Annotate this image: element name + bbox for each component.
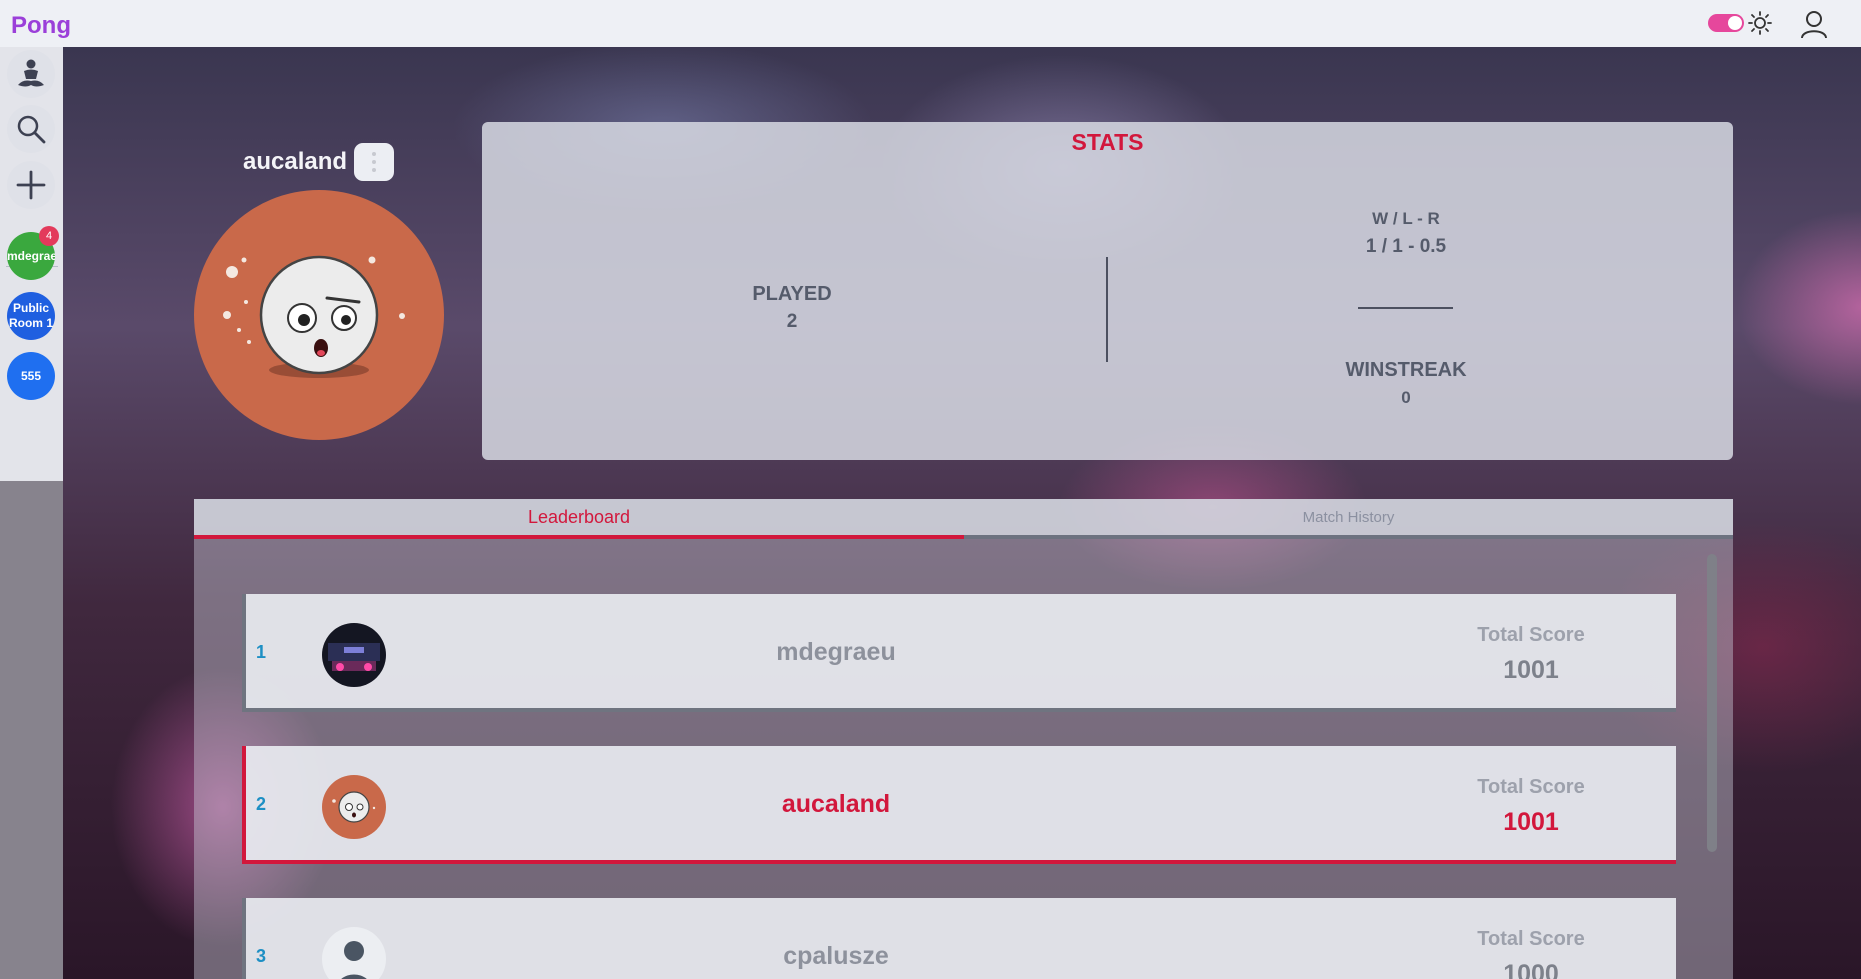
meditate-icon	[18, 59, 44, 87]
top-bar: Pong	[0, 0, 1861, 47]
scrollbar[interactable]	[1707, 554, 1717, 852]
pong-ball-face-icon	[332, 791, 376, 823]
row-rank: 2	[256, 794, 267, 814]
profile-username: aucaland	[243, 148, 348, 175]
player-avatar	[322, 775, 386, 839]
theme-toggle[interactable]	[1708, 14, 1744, 32]
stats-panel: STATS PLAYED 2 W / L - R 1 / 1 - 0.5 WIN…	[482, 122, 1733, 460]
avatar-photo-icon	[322, 623, 386, 687]
player-name: cpalusze	[783, 942, 889, 970]
profile-menu-button[interactable]	[354, 143, 394, 181]
stats-separator	[1358, 307, 1453, 309]
room-mdegraeu[interactable]: mdegraeu 4	[7, 226, 59, 280]
room-label: 555	[20, 368, 42, 383]
toggle-knob	[1728, 16, 1742, 30]
sidebar: mdegraeu 4 Public Room 1 555	[0, 47, 63, 481]
played-label: PLAYED	[752, 283, 832, 305]
score-value: 1001	[1503, 656, 1559, 684]
score-label: Total Score	[1477, 624, 1585, 646]
search-icon	[17, 115, 46, 144]
meditate-button[interactable]	[7, 50, 55, 98]
leaderboard-row[interactable]: 1 mdegraeu Total Score 1001	[242, 594, 1676, 712]
tab-leaderboard[interactable]: Leaderboard	[194, 499, 964, 539]
add-room-button[interactable]	[7, 161, 55, 209]
notification-badge: 4	[39, 226, 59, 246]
winstreak-value: 0	[1401, 388, 1411, 407]
plus-icon	[16, 170, 46, 200]
tab-match-history[interactable]: Match History	[964, 499, 1733, 539]
score-label: Total Score	[1477, 928, 1585, 950]
user-icon[interactable]	[1798, 8, 1830, 40]
leaderboard-row[interactable]: 3 cpalusze Total Score 1000	[242, 898, 1676, 979]
player-avatar	[322, 927, 386, 979]
row-rank: 1	[256, 642, 267, 662]
wlr-value: 1 / 1 - 0.5	[1365, 236, 1447, 257]
player-name: aucaland	[781, 790, 891, 818]
pong-ball-face-icon	[223, 255, 405, 378]
tab-bar: Leaderboard Match History	[194, 499, 1733, 539]
profile-avatar	[194, 190, 444, 440]
player-avatar	[322, 623, 386, 687]
sidebar-lower	[0, 481, 63, 979]
search-button[interactable]	[7, 105, 55, 153]
player-name: mdegraeu	[776, 638, 896, 666]
room-555[interactable]: 555	[7, 352, 55, 400]
more-vertical-icon	[372, 152, 376, 172]
leaderboard-row-current-user[interactable]: 2 aucaland Total Score 1001	[242, 746, 1676, 864]
sun-icon[interactable]	[1747, 10, 1773, 36]
winstreak-label: WINSTREAK	[1345, 359, 1467, 381]
stats-title: STATS	[1071, 129, 1144, 155]
score-value: 1001	[1503, 808, 1559, 836]
wlr-label: W / L - R	[1372, 209, 1440, 228]
room-label: Public Room 1	[8, 301, 53, 330]
score-label: Total Score	[1477, 776, 1585, 798]
played-value: 2	[786, 311, 798, 332]
score-value: 1000	[1503, 960, 1559, 979]
brand-logo[interactable]: Pong	[11, 12, 71, 40]
stats-divider	[1106, 257, 1108, 362]
default-user-icon	[341, 941, 367, 979]
row-rank: 3	[256, 946, 267, 966]
room-public-room-1[interactable]: Public Room 1	[7, 292, 55, 340]
room-label: mdegraeu	[7, 248, 55, 263]
